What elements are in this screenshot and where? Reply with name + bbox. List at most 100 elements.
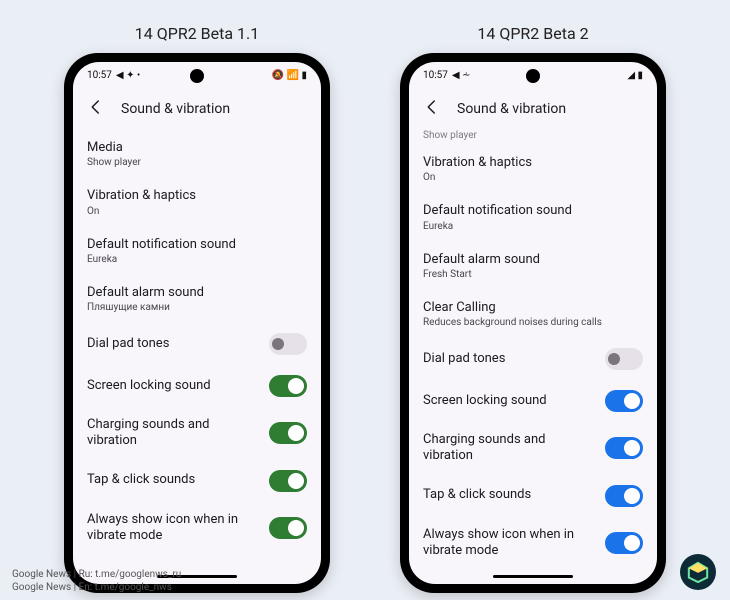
setting-toggle-row[interactable]: Charging sounds and vibration [423,422,643,475]
credits: Google News | Ru: t.me/googlenws_ru Goog… [12,568,181,594]
setting-nav-row[interactable]: Default alarm soundFresh Start [423,242,643,290]
row-text: Charging sounds and vibration [87,417,259,450]
setting-toggle-row[interactable]: Always show icon when in vibrate mode [87,502,307,555]
status-left-icons: ◀ ✦ • [116,71,140,81]
row-title: Default alarm sound [423,252,643,268]
setting-toggle-row[interactable]: Tap & click sounds [423,475,643,517]
toggle-switch[interactable] [605,348,643,370]
row-title: Default alarm sound [87,285,307,301]
toggle-knob-icon [624,488,640,504]
row-title: Default notification sound [423,203,643,219]
back-icon[interactable] [423,98,441,120]
toggle-knob-icon [624,535,640,551]
row-title: Vibration & haptics [423,155,643,171]
row-subtitle: Show player [87,157,307,168]
phone-frame: 10:57 ◀ ✦ • 🔕 📶 ▮ Sound & vibration MediaSho… [64,53,330,593]
column-title: 14 QPR2 Beta 1.1 [135,24,259,43]
setting-toggle-row[interactable]: Screen locking sound [87,365,307,407]
row-text: Screen locking sound [423,393,595,409]
row-text: Default notification soundEureka [87,237,307,265]
row-subtitle: Fresh Start [423,269,643,280]
toggle-switch[interactable] [605,437,643,459]
row-title: Screen locking sound [423,393,595,409]
toggle-switch[interactable] [269,470,307,492]
row-text: Default alarm soundПляшущие камни [87,285,307,313]
settings-list[interactable]: Show player Vibration & hapticsOn Default … [409,130,657,584]
setting-toggle-row[interactable]: Tap & click sounds [87,460,307,502]
screen-title: Sound & vibration [121,101,230,117]
row-text: Dial pad tones [87,336,259,352]
status-time: 10:57 [423,71,448,81]
row-title: Dial pad tones [423,351,595,367]
row-title: Media [87,140,307,156]
toggle-knob-icon [272,338,284,350]
row-title: Default notification sound [87,237,307,253]
toggle-switch[interactable] [269,422,307,444]
toggle-knob-icon [288,473,304,489]
setting-toggle-row[interactable]: Always show icon when in vibrate mode [423,517,643,570]
row-subtitle: On [423,172,643,183]
setting-nav-row[interactable]: Default alarm soundПляшущие камни [87,275,307,323]
partial-row-subtitle: Show player [423,130,643,145]
row-subtitle: Пляшущие камни [87,302,307,313]
phone-frame: 10:57◀ ⩪◢ ▮Sound & vibrationShow playerV… [400,53,666,593]
toggle-knob-icon [624,393,640,409]
row-text: Always show icon when in vibrate mode [87,512,259,545]
setting-toggle-row[interactable]: Dial pad tones [423,338,643,380]
column-title: 14 QPR2 Beta 2 [477,24,588,43]
row-text: Default notification sound Eureka [423,203,643,231]
row-title: Tap & click sounds [87,472,259,488]
row-title: Dial pad tones [87,336,259,352]
toggle-switch[interactable] [269,333,307,355]
toggle-knob-icon [624,440,640,456]
credits-line1: Google News | Ru: t.me/googlenws_ru [12,568,181,581]
status-left-icons: ◀ ⩪ [452,71,471,81]
toggle-knob-icon [288,378,304,394]
camera-cutout [526,69,540,83]
setting-toggle-row[interactable]: Dial pad tones [87,323,307,365]
camera-cutout [190,69,204,83]
row-title: Tap & click sounds [423,487,595,503]
row-text: Vibration & hapticsOn [423,155,643,183]
toggle-switch[interactable] [269,517,307,539]
screen: 10:57◀ ⩪◢ ▮Sound & vibrationShow playerV… [409,62,657,584]
row-text: Charging sounds and vibration [423,432,595,465]
row-title: Vibration & haptics [87,188,307,204]
row-text: Always show icon when in vibrate mode [423,527,595,560]
row-text: Tap & click sounds [423,487,595,503]
credits-line2: Google News | En: t.me/google_nws [12,581,181,594]
setting-nav-row[interactable]: Default notification soundEureka [87,227,307,275]
setting-nav-row[interactable]: Vibration & hapticsOn [423,145,643,193]
row-text: Default alarm soundFresh Start [423,252,643,280]
settings-list[interactable]: MediaShow player Vibration & haptics On Def… [73,130,321,584]
row-subtitle: Eureka [423,221,643,232]
row-text: Tap & click sounds [87,472,259,488]
row-title: Always show icon when in vibrate mode [87,512,259,545]
back-icon[interactable] [87,98,105,120]
row-subtitle: On [87,206,307,217]
setting-nav-row[interactable]: Vibration & haptics On [87,178,307,226]
toggle-knob-icon [288,425,304,441]
row-text: Dial pad tones [423,351,595,367]
row-title: Charging sounds and vibration [87,417,259,450]
screen: 10:57 ◀ ✦ • 🔕 📶 ▮ Sound & vibration MediaSho… [73,62,321,584]
row-text: Screen locking sound [87,378,259,394]
source-logo [680,554,716,590]
toggle-knob-icon [608,353,620,365]
setting-nav-row[interactable]: Default notification sound Eureka [423,193,643,241]
toggle-switch[interactable] [605,485,643,507]
status-right-icons: 🔕 📶 ▮ [272,71,307,81]
toggle-switch[interactable] [605,532,643,554]
toggle-switch[interactable] [605,390,643,412]
toggle-knob-icon [288,520,304,536]
toggle-switch[interactable] [269,375,307,397]
status-right-icons: ◢ ▮ [627,71,643,81]
setting-toggle-row[interactable]: Screen locking sound [423,380,643,422]
setting-toggle-row[interactable]: Charging sounds and vibration [87,407,307,460]
setting-nav-row[interactable]: MediaShow player [87,130,307,178]
row-title: Screen locking sound [87,378,259,394]
row-text: MediaShow player [87,140,307,168]
gesture-nav-handle[interactable] [493,575,573,578]
setting-nav-row[interactable]: Clear CallingReduces background noises d… [423,290,643,338]
status-time: 10:57 [87,71,112,81]
